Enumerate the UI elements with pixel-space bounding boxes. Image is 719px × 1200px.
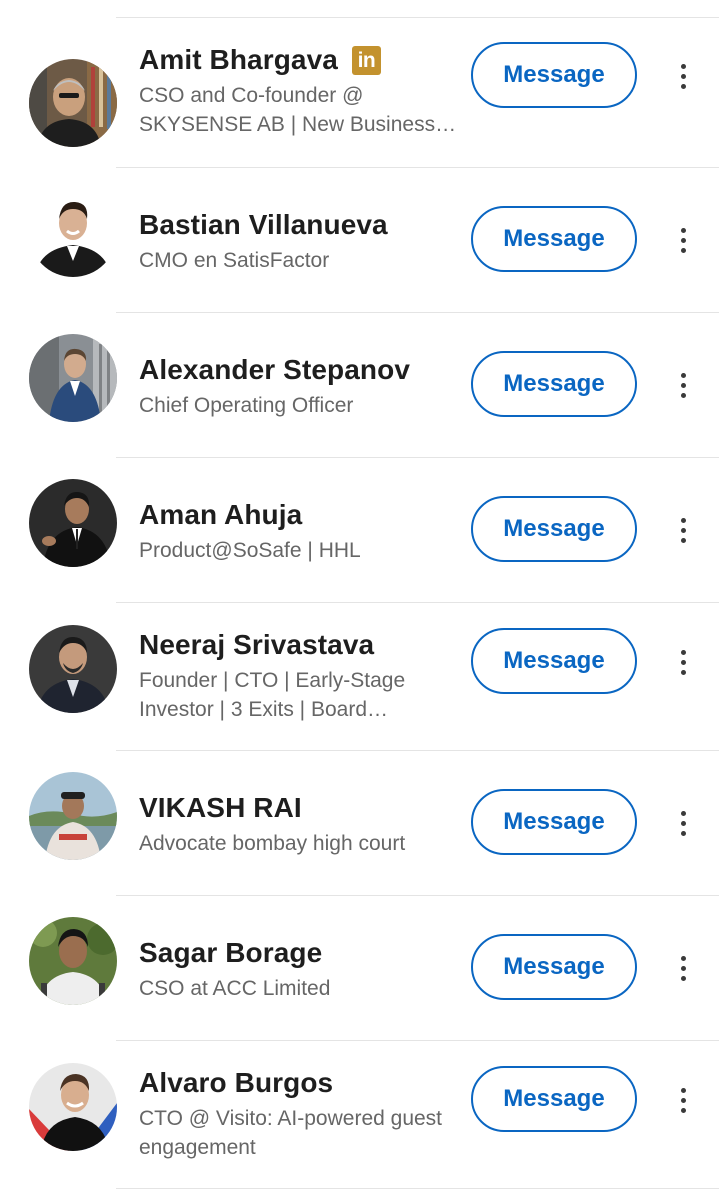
connection-headline: CTO @ Visito: AI-powered guest engagemen… (139, 1107, 443, 1159)
connection-info: Neeraj Srivastava Founder | CTO | Early-… (139, 628, 457, 724)
connection-info: Amit Bhargava in CSO and Co-founder @ SK… (139, 43, 457, 139)
avatar[interactable] (29, 1063, 117, 1151)
more-options-icon[interactable] (666, 510, 700, 550)
connection-name[interactable]: Alexander Stepanov (139, 354, 410, 386)
connection-info: Alvaro Burgos CTO @ Visito: AI-powered g… (139, 1066, 457, 1162)
connection-name[interactable]: Alvaro Burgos (139, 1067, 333, 1099)
message-button[interactable]: Message (471, 1066, 637, 1132)
connection-info: Sagar Borage CSO at ACC Limited (139, 936, 457, 1003)
connection-headline: CSO at ACC Limited (139, 977, 331, 1000)
connection-headline: Product@SoSafe | HHL (139, 539, 361, 562)
connection-row[interactable]: Sagar Borage CSO at ACC Limited Message (0, 896, 719, 1041)
avatar[interactable] (29, 625, 117, 713)
connection-row[interactable]: Bastian Villanueva CMO en SatisFactor Me… (0, 168, 719, 313)
message-button[interactable]: Message (471, 351, 637, 417)
connection-headline: CMO en SatisFactor (139, 249, 330, 272)
connection-name[interactable]: Neeraj Srivastava (139, 629, 374, 661)
connection-name[interactable]: VIKASH RAI (139, 792, 302, 824)
connection-row[interactable]: Alvaro Burgos CTO @ Visito: AI-powered g… (0, 1041, 719, 1189)
message-button[interactable]: Message (471, 496, 637, 562)
row-divider (116, 1188, 719, 1189)
message-button[interactable]: Message (471, 42, 637, 108)
connection-row[interactable]: Amit Bhargava in CSO and Co-founder @ SK… (0, 18, 719, 168)
connection-info: Alexander Stepanov Chief Operating Offic… (139, 353, 457, 420)
message-button[interactable]: Message (471, 789, 637, 855)
connection-row[interactable]: VIKASH RAI Advocate bombay high court Me… (0, 751, 719, 896)
more-options-icon[interactable] (666, 642, 700, 682)
connection-name[interactable]: Bastian Villanueva (139, 209, 388, 241)
connection-info: Bastian Villanueva CMO en SatisFactor (139, 208, 457, 275)
connection-headline: Chief Operating Officer (139, 394, 354, 417)
connection-headline: Advocate bombay high court (139, 832, 406, 855)
connection-headline: CSO and Co-founder @ SKYSENSE AB | New B… (139, 84, 457, 136)
avatar[interactable] (29, 917, 117, 1005)
message-button[interactable]: Message (471, 934, 637, 1000)
connection-row[interactable]: Aman Ahuja Product@SoSafe | HHL Message (0, 458, 719, 603)
more-options-icon[interactable] (666, 365, 700, 405)
connection-name[interactable]: Amit Bhargava (139, 44, 338, 76)
more-options-icon[interactable] (666, 1080, 700, 1120)
avatar[interactable] (29, 479, 117, 567)
avatar[interactable] (29, 59, 117, 147)
connection-info: Aman Ahuja Product@SoSafe | HHL (139, 498, 457, 565)
more-options-icon[interactable] (666, 948, 700, 988)
avatar[interactable] (29, 334, 117, 422)
connection-row[interactable]: Neeraj Srivastava Founder | CTO | Early-… (0, 603, 719, 751)
connection-name[interactable]: Sagar Borage (139, 937, 322, 969)
avatar[interactable] (29, 772, 117, 860)
connection-headline: Founder | CTO | Early-Stage Investor | 3… (139, 669, 406, 721)
message-button[interactable]: Message (471, 628, 637, 694)
more-options-icon[interactable] (666, 220, 700, 260)
message-button[interactable]: Message (471, 206, 637, 272)
connection-name[interactable]: Aman Ahuja (139, 499, 302, 531)
avatar[interactable] (29, 189, 117, 277)
linkedin-icon: in (351, 45, 381, 75)
more-options-icon[interactable] (666, 803, 700, 843)
connection-info: VIKASH RAI Advocate bombay high court (139, 791, 457, 858)
more-options-icon[interactable] (666, 56, 700, 96)
connection-row[interactable]: Alexander Stepanov Chief Operating Offic… (0, 313, 719, 458)
